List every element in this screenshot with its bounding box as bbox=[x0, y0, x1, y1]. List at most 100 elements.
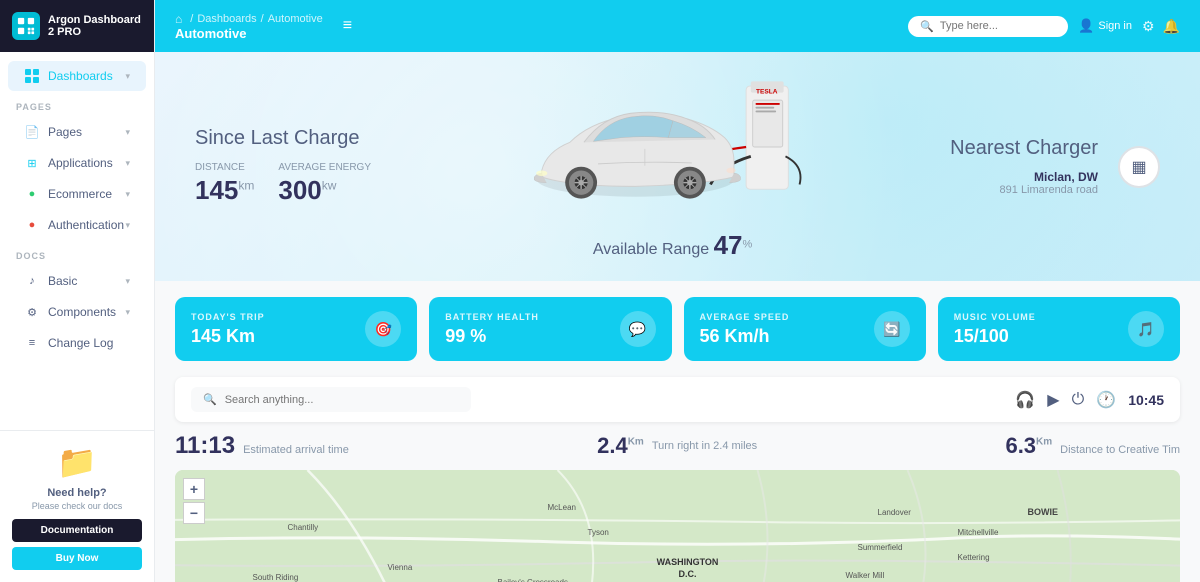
applications-icon: ⊞ bbox=[24, 155, 40, 171]
sidebar-item-pages[interactable]: 📄 Pages ▾ bbox=[8, 117, 146, 147]
battery-health-value: 99 % bbox=[445, 326, 539, 347]
breadcrumb-automotive[interactable]: Automotive bbox=[268, 13, 323, 25]
sidebar-item-applications[interactable]: ⊞ Applications ▾ bbox=[8, 148, 146, 178]
sidebar-item-authentication[interactable]: ● Authentication ▾ bbox=[8, 210, 146, 240]
settings-icon[interactable]: ⚙ bbox=[1142, 18, 1155, 35]
pages-icon: 📄 bbox=[24, 124, 40, 140]
available-range: Available Range 47% bbox=[503, 230, 843, 261]
destination-distance-item: 6.3Km Distance to Creative Tim bbox=[1005, 433, 1180, 459]
svg-text:Landover: Landover bbox=[878, 508, 912, 517]
sidebar-bottom: 📁 Need help? Please check our docs Docum… bbox=[0, 430, 154, 582]
svg-text:Vienna: Vienna bbox=[388, 563, 413, 572]
energy-value: 300kw bbox=[278, 175, 371, 206]
music-icon: 🎵 bbox=[1137, 321, 1154, 338]
direction-item: 2.4Km Turn right in 2.4 miles bbox=[349, 433, 1006, 459]
search-box: 🔍 bbox=[908, 16, 1068, 37]
page-info: ⌂ / Dashboards / Automotive Automotive bbox=[175, 12, 323, 41]
zoom-out-button[interactable]: − bbox=[183, 502, 205, 524]
music-volume-value: 15/100 bbox=[954, 326, 1036, 347]
average-speed-icon-button[interactable]: 🔄 bbox=[874, 311, 910, 347]
search-input[interactable] bbox=[940, 20, 1050, 32]
info-search-box: 🔍 bbox=[191, 387, 471, 412]
todays-trip-icon-button[interactable]: 🎯 bbox=[365, 311, 401, 347]
car-center-panel: TESLA bbox=[503, 72, 843, 261]
components-icon: ⚙ bbox=[24, 304, 40, 320]
topbar-icons: ⚙ 🔔 bbox=[1142, 18, 1180, 35]
svg-text:Kettering: Kettering bbox=[958, 553, 990, 562]
distance-km: 2.4Km bbox=[597, 433, 644, 459]
sidebar-item-dashboards[interactable]: Dashboards ▾ bbox=[8, 61, 146, 91]
power-icon[interactable]: ⏻ bbox=[1072, 391, 1085, 409]
help-illustration-icon: 📁 bbox=[12, 443, 142, 481]
energy-label: Average Energy bbox=[278, 162, 371, 173]
user-icon: 👤 bbox=[1078, 18, 1094, 34]
chat-icon: 💬 bbox=[629, 321, 646, 338]
current-time: 10:45 bbox=[1128, 392, 1164, 408]
music-volume-label: MUSIC VOLUME bbox=[954, 312, 1036, 322]
banner-stats: Distance 145km Average Energy 300kw bbox=[195, 162, 395, 206]
charger-detail-button[interactable]: ▦ bbox=[1118, 146, 1160, 188]
target-icon: 🎯 bbox=[375, 321, 392, 338]
distance-stat: Distance 145km bbox=[195, 162, 254, 206]
svg-text:South Riding: South Riding bbox=[253, 573, 299, 582]
sidebar-pages-label: Pages bbox=[48, 125, 82, 139]
arrival-label: Estimated arrival time bbox=[243, 444, 349, 456]
brand-name: Argon Dashboard 2 PRO bbox=[48, 14, 142, 38]
sidebar-components-label: Components bbox=[48, 305, 116, 319]
sign-in-button[interactable]: 👤 Sign in bbox=[1078, 18, 1132, 34]
zoom-in-button[interactable]: + bbox=[183, 478, 205, 500]
refresh-icon: 🔄 bbox=[883, 321, 900, 338]
sidebar-item-components[interactable]: ⚙ Components ▾ bbox=[8, 297, 146, 327]
charger-name: Miclan, DW bbox=[950, 170, 1098, 184]
average-speed-label: AVERAGE SPEED bbox=[700, 312, 790, 322]
headphones-icon[interactable]: 🎧 bbox=[1015, 390, 1035, 410]
sidebar-item-basic[interactable]: ♪ Basic ▾ bbox=[8, 266, 146, 296]
distance-value: 145km bbox=[195, 175, 254, 206]
sidebar-item-changelog[interactable]: ≡ Change Log bbox=[8, 328, 146, 358]
average-speed-card: AVERAGE SPEED 56 Km/h 🔄 bbox=[684, 297, 926, 361]
map-area: South Riding Chantilly Vienna Centrevill… bbox=[175, 470, 1180, 582]
buy-now-button[interactable]: Buy Now bbox=[12, 547, 142, 570]
search-icon: 🔍 bbox=[203, 393, 217, 406]
svg-text:Mitchellville: Mitchellville bbox=[958, 528, 999, 537]
breadcrumb: ⌂ / Dashboards / Automotive bbox=[175, 12, 323, 26]
play-icon[interactable]: ▶ bbox=[1047, 390, 1059, 410]
svg-text:Tyson: Tyson bbox=[588, 528, 609, 537]
documentation-button[interactable]: Documentation bbox=[12, 519, 142, 542]
chevron-down-icon: ▾ bbox=[125, 276, 130, 287]
energy-stat: Average Energy 300kw bbox=[278, 162, 371, 206]
since-last-charge-title: Since Last Charge bbox=[195, 127, 395, 150]
trip-bar: 11:13 Estimated arrival time 2.4Km Turn … bbox=[155, 422, 1200, 470]
sidebar-item-ecommerce[interactable]: ● Ecommerce ▾ bbox=[8, 179, 146, 209]
sidebar-dashboards-label: Dashboards bbox=[48, 69, 113, 83]
chevron-down-icon: ▾ bbox=[125, 189, 130, 200]
clock-icon[interactable]: 🕐 bbox=[1096, 390, 1116, 410]
sign-in-label: Sign in bbox=[1098, 20, 1132, 32]
brand-icon bbox=[12, 12, 40, 40]
chevron-down-icon: ▾ bbox=[125, 127, 130, 138]
dashboard-icon bbox=[24, 68, 40, 84]
distance-label: Distance bbox=[195, 162, 254, 173]
battery-health-label: BATTERY HEALTH bbox=[445, 312, 539, 322]
breadcrumb-dashboards[interactable]: Dashboards bbox=[197, 13, 256, 25]
sidebar-basic-label: Basic bbox=[48, 274, 77, 288]
average-speed-value: 56 Km/h bbox=[700, 326, 790, 347]
nearest-charger-title: Nearest Charger bbox=[950, 137, 1098, 160]
sidebar: Argon Dashboard 2 PRO Dashboards ▾ PAGES… bbox=[0, 0, 155, 582]
basic-icon: ♪ bbox=[24, 273, 40, 289]
home-icon: ⌂ bbox=[175, 12, 182, 26]
destination-label: Distance to Creative Tim bbox=[1060, 444, 1180, 456]
notification-icon[interactable]: 🔔 bbox=[1163, 18, 1180, 35]
page-title: Automotive bbox=[175, 26, 323, 41]
chevron-down-icon: ▾ bbox=[125, 307, 130, 318]
hamburger-menu[interactable]: ≡ bbox=[343, 17, 352, 35]
todays-trip-card: TODAY'S TRIP 145 Km 🎯 bbox=[175, 297, 417, 361]
sidebar-changelog-label: Change Log bbox=[48, 336, 113, 350]
music-volume-icon-button[interactable]: 🎵 bbox=[1128, 311, 1164, 347]
svg-text:D.C.: D.C. bbox=[679, 569, 697, 579]
topbar: ⌂ / Dashboards / Automotive Automotive ≡… bbox=[155, 0, 1200, 52]
arrival-time-item: 11:13 Estimated arrival time bbox=[175, 432, 349, 460]
chevron-down-icon: ▾ bbox=[125, 220, 130, 231]
battery-health-icon-button[interactable]: 💬 bbox=[620, 311, 656, 347]
info-search-input[interactable] bbox=[225, 394, 425, 406]
